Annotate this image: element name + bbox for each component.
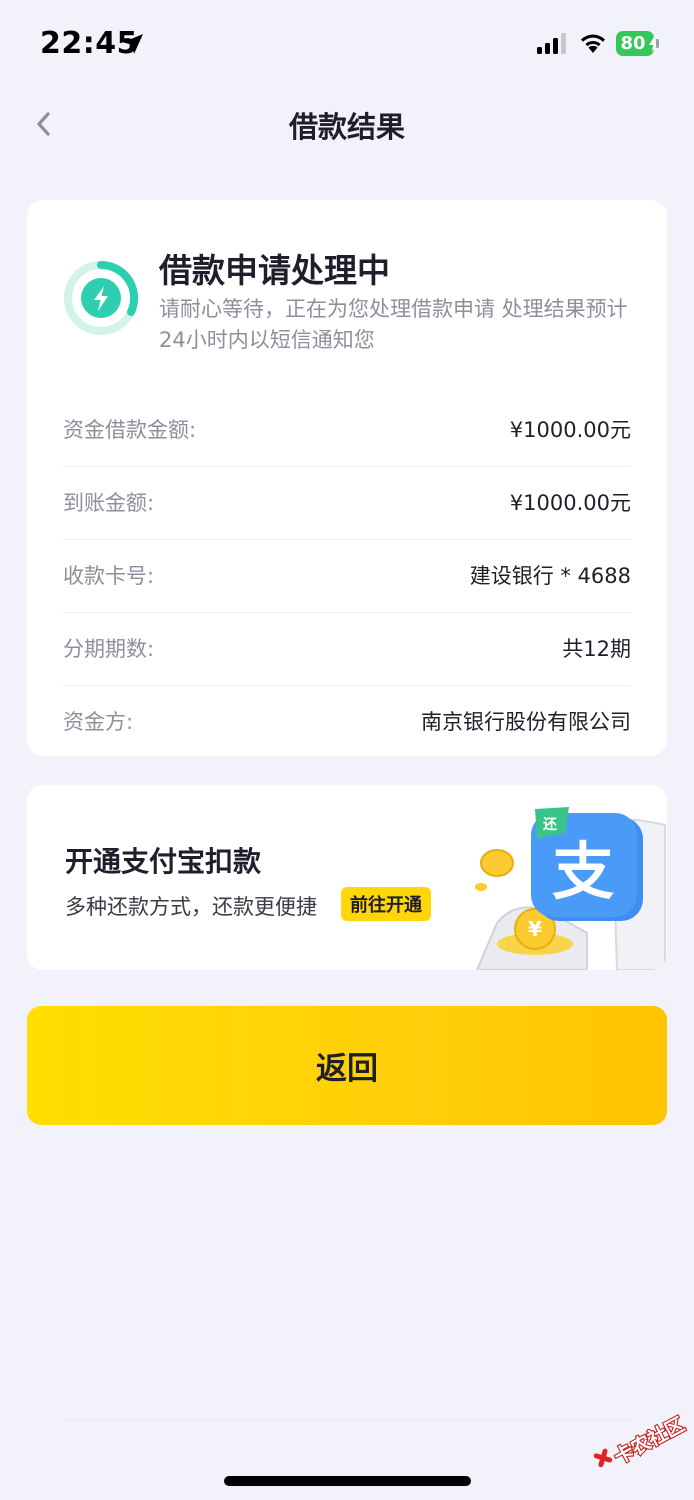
home-indicator [224, 1476, 471, 1486]
battery-cap [656, 39, 659, 48]
open-alipay-button[interactable]: 前往开通 [341, 887, 431, 921]
info-row-installments: 分期期数: 共12期 [63, 613, 631, 686]
battery-charging-icon: 80 [616, 31, 659, 56]
info-row-card-number: 收款卡号: 建设银行 * 4688 [63, 540, 631, 613]
info-label: 分期期数: [63, 637, 155, 661]
info-row-received-amount: 到账金额: ¥1000.00元 [63, 467, 631, 540]
info-row-loan-amount: 资金借款金额: ¥1000.00元 [63, 394, 631, 467]
alipay-glyph: 支 [552, 835, 614, 908]
info-label: 资金借款金额: [63, 418, 197, 442]
info-label: 收款卡号: [63, 564, 155, 588]
info-row-lender: 资金方: 南京银行股份有限公司 [63, 686, 631, 758]
status-bar: 22:45 80 [0, 0, 694, 88]
signal-icon [537, 33, 566, 54]
info-label: 资金方: [63, 710, 134, 734]
info-value: 南京银行股份有限公司 [421, 710, 631, 734]
alipay-promo-card[interactable]: 开通支付宝扣款 多种还款方式，还款更便捷 前往开通 ¥ 支 还 [27, 785, 667, 970]
promo-title: 开通支付宝扣款 [65, 845, 262, 878]
location-arrow-icon [123, 34, 143, 54]
status-description: 请耐心等待，正在为您处理借款申请 处理结果预计24小时内以短信通知您 [159, 297, 628, 352]
promo-description: 多种还款方式，还款更便捷 [65, 895, 317, 919]
info-value: 建设银行 * 4688 [469, 564, 631, 588]
watermark-logo: 卡农社区 [593, 1412, 688, 1470]
return-button-label: 返回 [316, 1051, 378, 1087]
info-value: 共12期 [562, 637, 631, 661]
wifi-icon [581, 34, 605, 53]
return-button[interactable]: 返回 [27, 1006, 667, 1125]
page-title: 借款结果 [288, 110, 405, 144]
info-value: ¥1000.00元 [509, 418, 631, 442]
tag-glyph: 还 [542, 816, 558, 833]
watermark-text: 卡农社区 [610, 1413, 688, 1469]
loan-info-list: 资金借款金额: ¥1000.00元 到账金额: ¥1000.00元 收款卡号: … [63, 394, 631, 758]
coin-glyph: ¥ [528, 917, 542, 941]
status-title: 借款申请处理中 [159, 251, 390, 290]
alipay-illustration-icon: ¥ 支 还 [475, 807, 666, 970]
info-value: ¥1000.00元 [509, 491, 631, 515]
loan-status-card: 借款申请处理中 请耐心等待，正在为您处理借款申请 处理结果预计24小时内以短信通… [27, 200, 667, 756]
lightning-progress-icon [64, 260, 139, 335]
battery-level: 80 [620, 33, 646, 54]
info-label: 到账金额: [63, 491, 155, 515]
bottom-divider [64, 1420, 630, 1421]
